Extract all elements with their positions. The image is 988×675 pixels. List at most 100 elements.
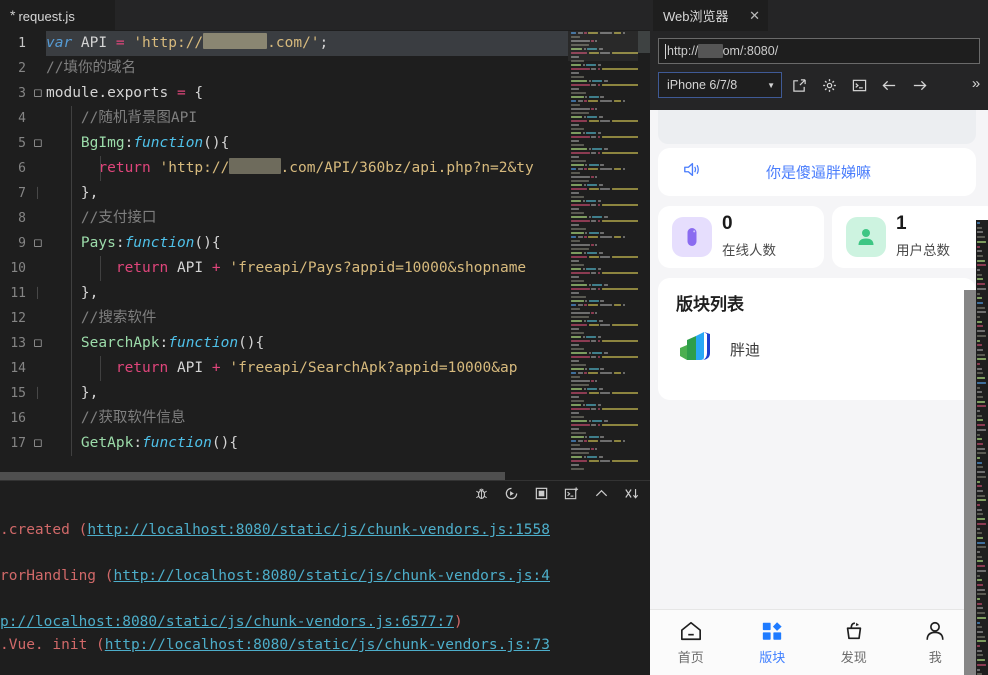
minimap-segment <box>585 231 587 234</box>
console-link[interactable]: http://localhost:8080/static/js/chunk-ve… <box>114 568 551 584</box>
minimap-segment <box>591 203 597 206</box>
line-number: 8 <box>18 211 26 226</box>
minimap-overview-ruler[interactable] <box>638 31 650 480</box>
sliver-segment <box>977 569 987 572</box>
new-terminal-icon[interactable] <box>563 485 580 502</box>
minimap-segment <box>588 299 599 302</box>
home-icon <box>680 621 701 640</box>
minimap-segment <box>571 331 584 334</box>
url-input[interactable]: http:// om/:8080/ <box>658 38 980 64</box>
sliver-segment <box>977 532 982 535</box>
minimap-segment <box>600 255 611 258</box>
minimap-segment <box>571 371 576 374</box>
toolbar-overflow-icon[interactable]: » <box>966 75 986 92</box>
list-item[interactable]: 胖迪 <box>676 326 760 373</box>
page-tab-sections[interactable]: 版块 <box>732 610 814 675</box>
indent-guide <box>100 156 101 181</box>
minimap-segment <box>584 235 587 238</box>
minimap-segment <box>571 183 583 186</box>
page-scroll-thumb[interactable] <box>964 290 976 675</box>
fold-toggle-icon[interactable]: ◻ <box>30 81 46 106</box>
minimap-segment <box>587 115 598 118</box>
notice-card[interactable]: 你是傻逼胖娣嘛 <box>658 148 976 196</box>
minimap-segment <box>622 167 625 170</box>
page-tab-discover[interactable]: 发现 <box>813 610 895 675</box>
close-icon[interactable]: ✕ <box>749 9 760 22</box>
code-token: .com/API/360bz/api.php?n=2&ty <box>280 160 534 176</box>
minimap-segment <box>586 403 596 406</box>
fold-toggle-icon[interactable]: ◻ <box>30 431 46 456</box>
minimap-segment <box>571 263 584 266</box>
fold-toggle-icon[interactable]: ◻ <box>30 231 46 256</box>
settings-gear-icon[interactable] <box>816 72 842 98</box>
stat-card-online[interactable]: 0 在线人数 <box>658 206 824 268</box>
minimap-segment <box>601 67 638 70</box>
minimap-segment <box>603 283 608 286</box>
line-number: 1 <box>18 36 26 51</box>
fold-toggle-icon[interactable]: ◻ <box>30 131 46 156</box>
fold-guide: │ <box>34 288 42 299</box>
browser-viewport[interactable]: 你是傻逼胖娣嘛 0 在线人数 1 用户总数 版块列表 胖迪 首页 版块 发现 我 <box>650 110 988 675</box>
app-root: * request.js 1 2 3 4 5 6 7 8 9 10 11 12 13 14 15 16 17 ◻… <box>0 0 988 675</box>
minimap-slider[interactable] <box>568 31 638 61</box>
device-emulation-select[interactable]: iPhone 6/7/8 ▼ <box>658 72 782 98</box>
editor-horizontal-scrollbar[interactable] <box>0 472 520 480</box>
devtools-console-icon[interactable] <box>846 72 872 98</box>
sliver-segment <box>977 546 987 549</box>
minimap-segment <box>571 251 583 254</box>
close-panel-icon[interactable] <box>623 485 640 502</box>
sliver-segment <box>977 428 987 431</box>
line-number: 14 <box>10 361 26 376</box>
minimap-segment <box>587 319 598 322</box>
page-vertical-scrollbar[interactable] <box>964 220 976 675</box>
minimap-segment <box>571 151 590 154</box>
console-link[interactable]: http://localhost:8080/static/js/chunk-ve… <box>87 522 550 538</box>
stop-icon[interactable] <box>533 485 550 502</box>
minimap-segment <box>600 119 611 122</box>
minimap-segment <box>588 163 599 166</box>
run-icon[interactable] <box>503 485 520 502</box>
minimap-segment <box>622 371 625 374</box>
minimap-segment <box>595 379 598 382</box>
sliver-segment <box>977 536 984 539</box>
minimap-segment <box>577 371 583 374</box>
open-external-icon[interactable] <box>786 72 812 98</box>
fold-gutter[interactable]: ◻ ◻ │ ◻ │ ◻ │ ◻ <box>30 31 46 480</box>
minimap-segment <box>577 439 583 442</box>
browser-tab[interactable]: Web浏览器 ✕ <box>653 0 768 31</box>
editor-hscroll-thumb[interactable] <box>0 472 505 480</box>
debug-console-icon[interactable] <box>473 485 490 502</box>
sliver-segment <box>977 358 987 361</box>
console-line: .created (http://localhost:8080/static/j… <box>0 519 650 542</box>
console-output[interactable]: .created (http://localhost:8080/static/j… <box>0 519 650 675</box>
editor-minimap[interactable] <box>568 31 638 480</box>
editor-tab-request-js[interactable]: * request.js <box>0 0 115 31</box>
minimap-segment <box>583 183 586 186</box>
sliver-segment <box>977 254 984 257</box>
browser-tab-bar: Web浏览器 ✕ <box>650 0 988 31</box>
minimap-segment <box>582 131 585 134</box>
code-content[interactable]: var API = 'http://[redacted].com/';//填你的… <box>46 31 650 480</box>
page-tab-home[interactable]: 首页 <box>650 610 732 675</box>
sliver-segment <box>977 485 982 488</box>
minimap-segment <box>571 75 584 78</box>
minimap-segment <box>585 299 587 302</box>
line-number: 7 <box>18 186 26 201</box>
code-editor[interactable]: 1 2 3 4 5 6 7 8 9 10 11 12 13 14 15 16 17 ◻ ◻ │ ◻ │ ◻ │ ◻ var A… <box>0 31 650 480</box>
minimap-segment <box>571 111 589 114</box>
collapse-panel-icon[interactable] <box>593 485 610 502</box>
sliver-segment <box>977 574 980 577</box>
minimap-segment <box>601 423 638 426</box>
minimap-segment <box>571 279 584 282</box>
console-link[interactable]: p://localhost:8080/static/js/chunk-vendo… <box>0 614 454 630</box>
device-select-label: iPhone 6/7/8 <box>667 78 738 92</box>
section-name: 胖迪 <box>730 342 761 359</box>
minimap-segment <box>571 411 579 414</box>
code-token: : <box>159 335 169 351</box>
fold-toggle-icon[interactable]: ◻ <box>30 331 46 356</box>
back-arrow-icon[interactable] <box>876 72 902 98</box>
console-link[interactable]: http://localhost:8080/static/js/chunk-ve… <box>105 637 550 653</box>
minimap-segment <box>571 363 586 366</box>
minimap-segment <box>571 359 579 362</box>
forward-arrow-icon[interactable] <box>906 72 932 98</box>
